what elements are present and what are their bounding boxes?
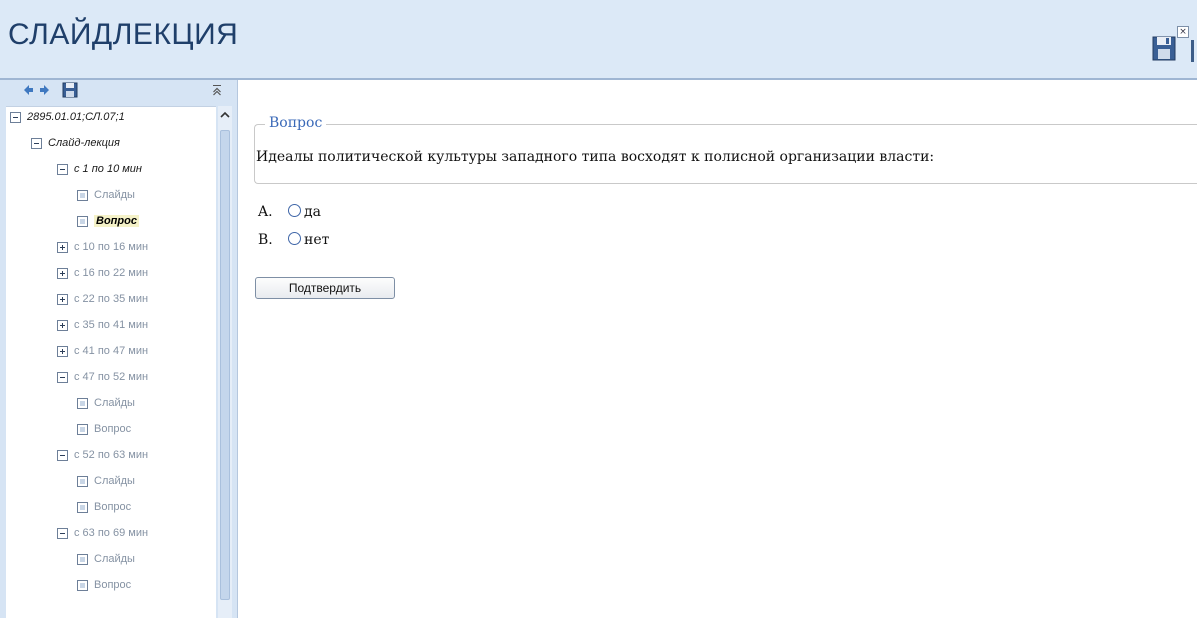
option-label: нет: [304, 232, 330, 248]
header-bar: СЛАЙДЛЕКЦИЯ ×: [0, 0, 1197, 80]
tree-item[interactable]: с 1 по 10 мин: [57, 163, 142, 183]
question-text: Идеалы политической культуры западного т…: [256, 149, 935, 165]
tree-item-label: с 35 по 41 мин: [74, 319, 149, 332]
page-icon: [77, 579, 88, 591]
expand-icon[interactable]: [57, 319, 68, 331]
expand-icon[interactable]: [57, 241, 68, 253]
radio-button[interactable]: [288, 232, 301, 245]
collapse-panel-icon[interactable]: [212, 84, 222, 96]
tree-item-label: Вопрос: [94, 501, 132, 514]
tree-item-label: с 1 по 10 мин: [74, 163, 142, 176]
navigation-toolbar: [0, 80, 238, 102]
collapse-icon[interactable]: [57, 163, 68, 175]
expand-icon[interactable]: [57, 345, 68, 357]
tree-item[interactable]: с 63 по 69 мин: [57, 527, 148, 547]
tree-item[interactable]: с 47 по 52 мин: [57, 371, 148, 391]
save-icon[interactable]: [62, 82, 78, 98]
tree-item[interactable]: с 52 по 63 мин: [57, 449, 148, 469]
scrollbar-thumb[interactable]: [220, 130, 230, 600]
forward-arrow-icon[interactable]: [39, 84, 50, 96]
expand-icon[interactable]: [57, 267, 68, 279]
tree-scrollbar[interactable]: [218, 106, 232, 618]
collapse-icon[interactable]: [57, 527, 68, 539]
tree-item-label: Слайды: [94, 397, 135, 410]
tree-item-label: Слайды: [94, 475, 135, 488]
scroll-up-icon[interactable]: [218, 108, 232, 122]
close-icon[interactable]: ×: [1177, 26, 1189, 38]
app-title: СЛАЙДЛЕКЦИЯ: [8, 18, 239, 51]
back-arrow-icon[interactable]: [23, 84, 34, 96]
page-icon: [77, 475, 88, 487]
question-legend: Вопрос: [265, 115, 327, 131]
expand-icon[interactable]: [57, 293, 68, 305]
tree-item[interactable]: Слайды: [77, 397, 135, 417]
tree-item-label: Вопрос: [94, 579, 132, 592]
tree-item[interactable]: Слайд-лекция: [31, 137, 120, 157]
page-icon: [77, 553, 88, 565]
tree-item[interactable]: с 10 по 16 мин: [57, 241, 148, 261]
tree-item[interactable]: 2895.01.01;СЛ.07;1: [10, 111, 125, 131]
option-letter: B.: [258, 232, 273, 248]
tree-item-label: Вопрос: [94, 215, 139, 228]
page-icon: [77, 501, 88, 513]
collapse-icon[interactable]: [57, 371, 68, 383]
tree-item-label: с 22 по 35 мин: [74, 293, 149, 306]
tree-item[interactable]: с 35 по 41 мин: [57, 319, 148, 339]
answer-option-b[interactable]: B. нет: [258, 232, 329, 248]
header-edge-marker: [1191, 40, 1194, 62]
page-icon: [77, 423, 88, 435]
lecture-tree: 2895.01.01;СЛ.07;1 Слайд-лекция с 1 по 10 …: [6, 106, 216, 619]
tree-item-label: с 41 по 47 мин: [74, 345, 149, 358]
tree-item-label: Слайды: [94, 189, 135, 202]
collapse-icon[interactable]: [57, 449, 68, 461]
collapse-icon[interactable]: [10, 111, 21, 123]
tree-item-label: с 10 по 16 мин: [74, 241, 149, 254]
submit-button[interactable]: Подтвердить: [255, 277, 395, 299]
answer-option-a[interactable]: A. да: [258, 204, 321, 220]
tree-item-label: с 52 по 63 мин: [74, 449, 149, 462]
tree-item-label: с 16 по 22 мин: [74, 267, 149, 280]
tree-item-label: Слайды: [94, 553, 135, 566]
tree-item[interactable]: с 41 по 47 мин: [57, 345, 148, 365]
tree-item-label: 2895.01.01;СЛ.07;1: [27, 111, 125, 124]
question-area: Вопрос Идеалы политической культуры запа…: [239, 82, 1197, 618]
collapse-icon[interactable]: [31, 137, 42, 149]
tree-item[interactable]: с 22 по 35 мин: [57, 293, 148, 313]
tree-item[interactable]: Вопрос: [77, 579, 131, 599]
tree-item[interactable]: с 16 по 22 мин: [57, 267, 148, 287]
page-icon: [77, 189, 88, 201]
tree-item[interactable]: Вопрос: [77, 501, 131, 521]
save-icon[interactable]: [1152, 34, 1178, 62]
tree-item-label: с 63 по 69 мин: [74, 527, 149, 540]
tree-item[interactable]: Слайды: [77, 553, 135, 573]
tree-item[interactable]: Слайды: [77, 475, 135, 495]
navigation-panel: 2895.01.01;СЛ.07;1 Слайд-лекция с 1 по 10 …: [0, 80, 238, 619]
page-icon: [77, 215, 88, 227]
option-label: да: [304, 204, 321, 220]
option-letter: A.: [258, 204, 273, 220]
tree-item[interactable]: Слайды: [77, 189, 135, 209]
radio-button[interactable]: [288, 204, 301, 217]
tree-item[interactable]: Вопрос: [77, 215, 139, 235]
tree-item[interactable]: Вопрос: [77, 423, 131, 443]
tree-item-label: Вопрос: [94, 423, 132, 436]
tree-item-label: Слайд-лекция: [48, 137, 120, 150]
tree-item-label: с 47 по 52 мин: [74, 371, 149, 384]
page-icon: [77, 397, 88, 409]
